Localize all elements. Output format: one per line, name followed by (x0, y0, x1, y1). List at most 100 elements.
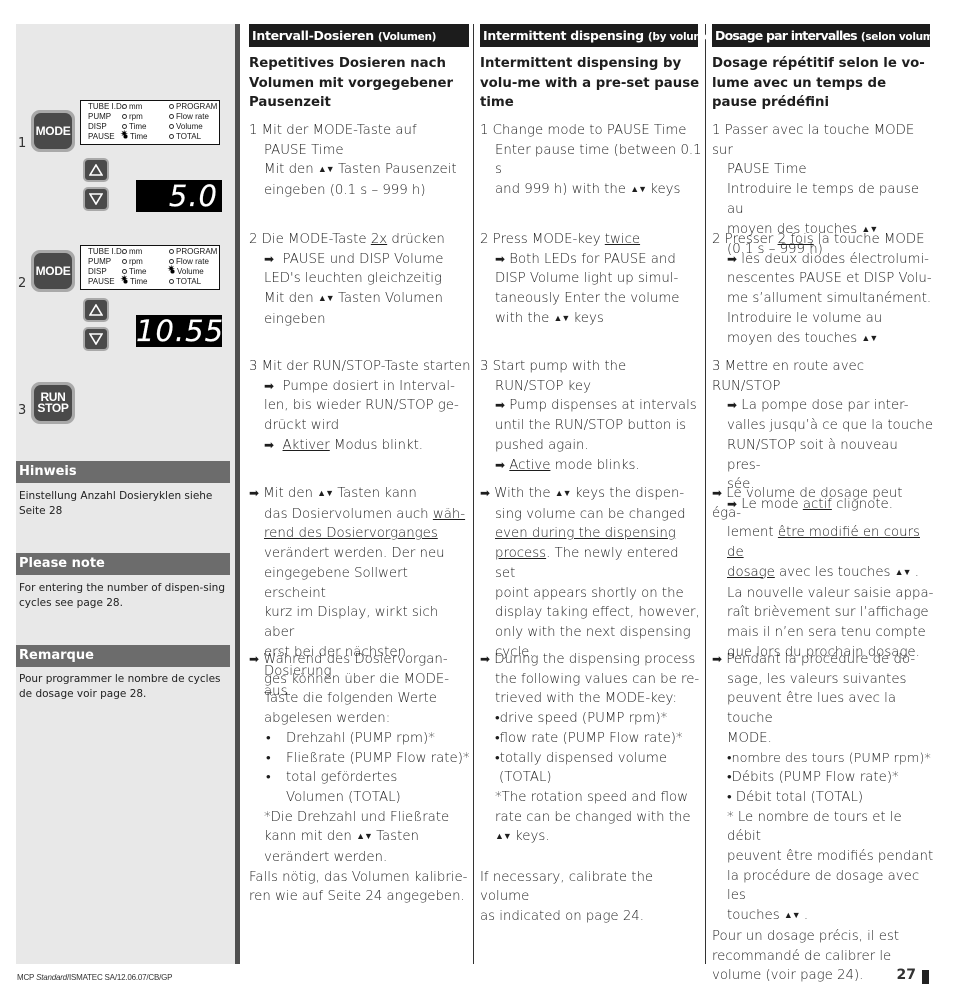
seven-segment-display: 5.0 (136, 180, 222, 212)
text-line: 3 Mit der RUN/STOP-Taste starten (249, 359, 471, 374)
text-line: drückt wird (264, 418, 340, 434)
text-line: point appears shortly on the (495, 585, 684, 601)
led-group-label: PUMP (88, 257, 112, 266)
led-group-label: DISP (88, 122, 107, 131)
text-line: ➡ La pompe dose par inter- (727, 398, 909, 414)
text-line: pushed again. (495, 437, 589, 453)
text-line: me s’allument simultanément. (727, 291, 932, 307)
header-subtext: (by volume) (647, 31, 716, 43)
triangle-down-icon (89, 193, 103, 205)
text-line: ➡ PAUSE und DISP Volume (264, 251, 444, 267)
arrow-right-icon: ➡ (264, 437, 275, 452)
text-line: MODE. (727, 730, 772, 746)
led-item: PROGRAM (169, 247, 217, 257)
led-off-icon (169, 279, 174, 284)
led-row: TUBE I.D. mm PROGRAM (88, 102, 219, 112)
text-line: La nouvelle valeur saisie appa- (727, 585, 934, 601)
text-line: PAUSE Time (264, 142, 344, 158)
note-body-hinweis: Einstellung Anzahl Dosieryklen siehe Sei… (19, 490, 213, 517)
text-line: RUN/STOP soit à nouveau pres- (727, 437, 898, 473)
text-line: verändert werden. Der neu (264, 546, 445, 562)
text-line: sing volume can be changed (495, 506, 686, 522)
text-line: taneously Enter the volume (495, 291, 680, 307)
led-lit-icon (120, 275, 129, 285)
step-3-text: 3 Start pump with the RUN/STOP key ➡ Pum… (480, 357, 702, 475)
led-row: PAUSE TimeTOTAL (88, 275, 219, 287)
led-off-icon (169, 124, 174, 129)
section-header: Intervall-Dosieren (Volumen) (249, 24, 469, 47)
led-off-icon (122, 104, 127, 109)
step-2-text: 2 Die MODE-Taste 2x drücken ➡ PAUSE und … (249, 230, 471, 330)
up-down-keys-icon: ▲▼ (317, 165, 335, 176)
led-row: PUMP rpm Flow rate (88, 257, 219, 267)
footnote-line: verändert werden. (264, 850, 388, 866)
mode-key-label: MODE (35, 123, 71, 138)
text-line: kurz im Display, wirkt sich aber (264, 605, 439, 640)
text-line: ➡ During the dispensing process (480, 652, 696, 667)
led-row: PAUSE TimeTOTAL (88, 130, 219, 142)
text-line: das Dosiervolumen auch wäh- (264, 506, 466, 522)
text-line: 2 Presser 2 fois la touche MODE (712, 232, 925, 247)
paragraph-change-volume: ➡ Le volume de dosage peut éga- lement ê… (712, 484, 934, 662)
arrow-right-icon: ➡ (264, 251, 275, 266)
text-line: ges können über die MODE- (264, 671, 450, 687)
text-line: ➡ Aktiver Modus blinkt. (264, 437, 424, 453)
text-line: eingeben (264, 311, 326, 327)
up-down-keys-icon: ▲▼ (894, 567, 912, 578)
text-line: eingeben (0.1 s – 999 h) (264, 183, 426, 199)
header-subtext: (selon volume) (860, 31, 945, 43)
text-line: ➡ With the ▲▼ keys the dispen- (480, 486, 685, 501)
down-key (83, 187, 109, 211)
document-reference: MCP Standard/ISMATEC SA/12.06.07/CB/GP (17, 973, 173, 982)
led-off-icon (122, 259, 127, 264)
up-key (83, 158, 109, 182)
step-number: 2 (18, 276, 27, 291)
text-line: eingegebene Sollwert erscheint (264, 565, 408, 601)
header-text: Dosage par intervalles (715, 28, 858, 43)
led-group-label: PAUSE (88, 132, 115, 141)
text-line: the following values can be re- (495, 671, 700, 687)
step-number: 1 (18, 136, 27, 151)
section-header: Intermittent dispensing (by volume) (480, 24, 716, 47)
paragraph-readout-values: ➡ During the dispensing process the foll… (480, 650, 702, 927)
column-french: Dosage par intervalles (selon volume) Do… (712, 24, 945, 983)
arrow-right-icon: ➡ (249, 486, 260, 500)
text-line: Introduire le volume au (727, 310, 883, 326)
led-item: rpm (122, 112, 169, 122)
arrow-right-icon: ➡ (480, 652, 491, 666)
footnote-line: rate can be changed with the (495, 809, 691, 825)
footnote-line: kann mit den ▲▼ Tasten (264, 829, 419, 845)
text-line: ➡ Le volume de dosage peut éga- (712, 486, 903, 521)
led-lit-icon (167, 265, 176, 275)
footnote-line: touches ▲▼ . (727, 908, 809, 924)
led-item: PROGRAM (169, 102, 217, 112)
run-stop-key: RUN STOP (31, 382, 75, 424)
bullet-item: •nombre des tours (PUMP rpm)* (727, 750, 931, 766)
step-1-text: 1 Mit der MODE-Taste auf PAUSE Time Mit … (249, 121, 471, 201)
text-line: process. The newly entered set (495, 546, 679, 581)
triangle-up-icon (89, 164, 103, 176)
section-subtitle: Repetitives Dosieren nach Volumen mit vo… (249, 56, 454, 111)
led-group-label: TUBE I.D. (88, 102, 125, 111)
text-line: If necessary, calibrate the volume (480, 869, 654, 905)
led-off-icon (169, 114, 174, 119)
text-line: Introduire le temps de pause au (727, 182, 920, 217)
column-german: Intervall-Dosieren (Volumen) Repetitives… (249, 24, 471, 904)
led-off-icon (169, 134, 174, 139)
up-down-keys-icon: ▲▼ (317, 489, 334, 499)
led-group-label: TUBE I.D. (88, 247, 125, 256)
led-item: Time (122, 267, 169, 277)
arrow-right-icon: ➡ (727, 398, 738, 413)
led-item: TOTAL (169, 277, 201, 287)
paragraph-readout-values: ➡ Pendant la procédure de do- sage, les … (712, 650, 934, 986)
text-line: 2 Press MODE-key twice (480, 232, 641, 247)
bullet-item: •Débits (PUMP Flow rate)* (727, 770, 899, 786)
arrow-right-icon: ➡ (495, 457, 506, 472)
column-english: Intermittent dispensing (by volume) Inte… (480, 24, 716, 924)
page-number: 27 (896, 967, 916, 983)
text-line: PAUSE Time (727, 162, 807, 178)
text-line: 1 Passer avec la touche MODE sur (712, 123, 915, 158)
text-line: recommandé de calibrer le (712, 948, 892, 964)
mode-key: MODE (31, 110, 75, 152)
text-line: rend des Dosiervorganges (264, 526, 438, 542)
